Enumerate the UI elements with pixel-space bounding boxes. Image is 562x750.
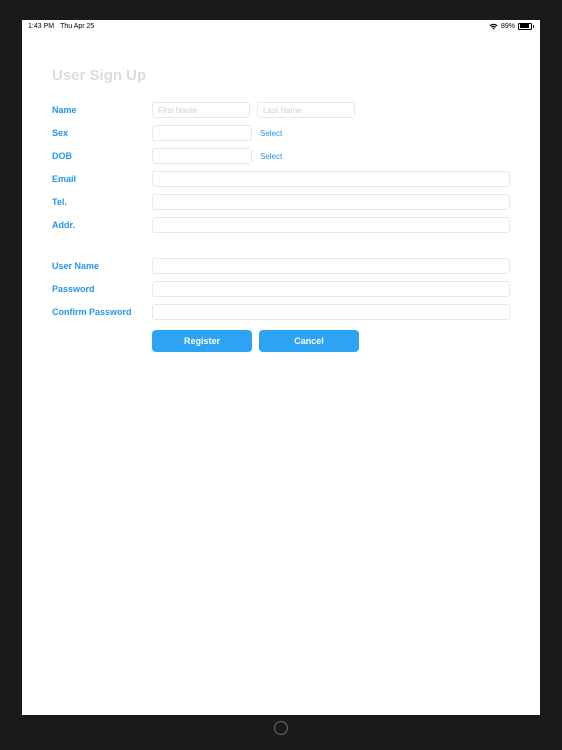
- sex-select-link[interactable]: Select: [260, 129, 282, 138]
- dob-input[interactable]: [152, 148, 252, 164]
- confirm-password-input[interactable]: [152, 304, 510, 320]
- dob-label: DOB: [52, 151, 152, 161]
- register-button[interactable]: Register: [152, 330, 252, 352]
- device-frame: 1:43 PM Thu Apr 25 89% User Sign Up Name…: [22, 20, 540, 715]
- first-name-input[interactable]: [152, 102, 250, 118]
- username-input[interactable]: [152, 258, 510, 274]
- username-label: User Name: [52, 261, 152, 271]
- tel-input[interactable]: [152, 194, 510, 210]
- dob-select-link[interactable]: Select: [260, 152, 282, 161]
- last-name-input[interactable]: [257, 102, 355, 118]
- email-label: Email: [52, 174, 152, 184]
- cancel-button[interactable]: Cancel: [259, 330, 359, 352]
- battery-percentage: 89%: [501, 23, 515, 30]
- status-time: 1:43 PM: [28, 23, 54, 30]
- password-label: Password: [52, 284, 152, 294]
- addr-input[interactable]: [152, 217, 510, 233]
- wifi-icon: [489, 23, 498, 30]
- sex-label: Sex: [52, 128, 152, 138]
- content-area: User Sign Up Name Sex Select DOB Select …: [22, 32, 540, 715]
- tel-label: Tel.: [52, 197, 152, 207]
- name-label: Name: [52, 105, 152, 115]
- page-title: User Sign Up: [52, 67, 510, 84]
- addr-label: Addr.: [52, 220, 152, 230]
- password-input[interactable]: [152, 281, 510, 297]
- confirm-password-label: Confirm Password: [52, 307, 152, 317]
- email-input[interactable]: [152, 171, 510, 187]
- battery-icon: [518, 23, 534, 30]
- sex-input[interactable]: [152, 125, 252, 141]
- status-date: Thu Apr 25: [60, 23, 94, 30]
- home-button[interactable]: [274, 721, 288, 735]
- status-bar: 1:43 PM Thu Apr 25 89%: [22, 20, 540, 32]
